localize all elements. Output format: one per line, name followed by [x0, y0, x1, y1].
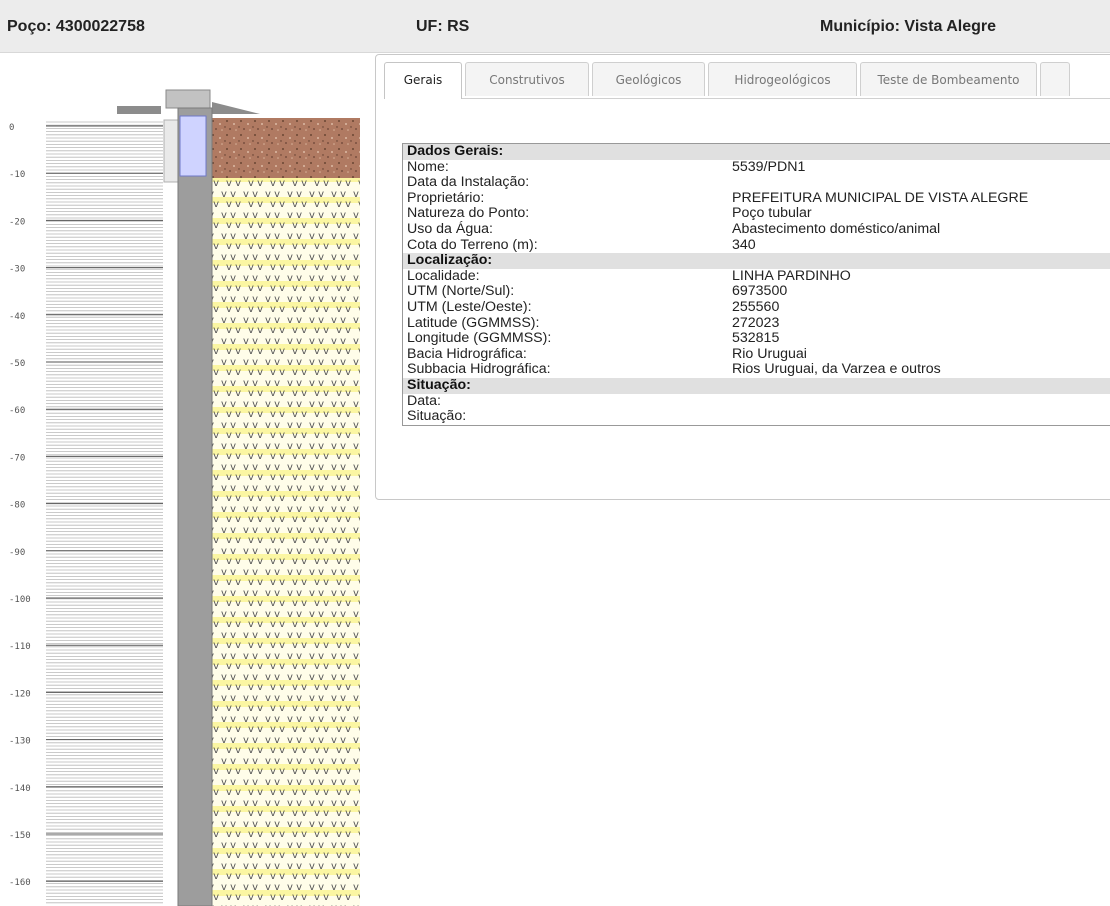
well-header: Poço: 4300022758 UF: RS Município: Vista…	[0, 0, 1110, 53]
field-label: Data:	[407, 392, 441, 409]
depth-tick-label: -140	[9, 784, 31, 794]
field-label: Data da Instalação:	[407, 174, 530, 191]
basalt-layer	[212, 178, 360, 906]
table-row: Data da Instalação:	[403, 175, 1110, 191]
field-label: Cota do Terreno (m):	[407, 236, 538, 253]
tab-overflow[interactable]	[1040, 62, 1070, 96]
well-slab-left	[117, 106, 161, 114]
tab-teste-de-bombeamento[interactable]: Teste de Bombeamento	[860, 62, 1037, 96]
field-label: Situação:	[407, 408, 467, 425]
tab-label: Construtivos	[489, 73, 565, 87]
tab-bar: Gerais Construtivos Geológicos Hidrogeológi…	[384, 62, 1110, 99]
state-label: UF: RS	[416, 18, 470, 35]
well-slab-right	[212, 102, 260, 114]
well-casing	[177, 107, 213, 906]
depth-tick-label: -130	[9, 737, 31, 747]
field-label: Localidade:	[407, 267, 480, 284]
table-row: Situação:	[403, 408, 1110, 425]
field-label: Latitude (GGMMSS):	[407, 314, 540, 331]
table-row: Bacia Hidrográfica: Rio Uruguai	[403, 345, 1110, 363]
field-value: 340	[732, 236, 756, 253]
field-label: Natureza do Ponto:	[407, 205, 530, 222]
table-row: UTM (Leste/Oeste): 255560	[403, 298, 1110, 316]
well-profile: v v v v 0-10-20-30-40-50-60-70-80-90-100…	[0, 62, 360, 906]
details-table: Dados Gerais: Nome: 5539/PDN1 Data da Insta…	[402, 143, 1110, 426]
field-value: 6973500	[732, 283, 788, 300]
depth-tick-label: -60	[9, 406, 25, 416]
depth-tick-label: -30	[9, 265, 25, 275]
tab-hidrogeol-gicos[interactable]: Hidrogeológicos	[708, 62, 857, 96]
tab-label: Teste de Bombeamento	[877, 73, 1020, 87]
depth-tick-label: -150	[9, 831, 31, 841]
table-row: Uso da Água: Abastecimento doméstico/anim…	[403, 220, 1110, 238]
well-id: Poço: 4300022758	[7, 18, 145, 35]
depth-tick-label: -20	[9, 217, 25, 227]
table-row: Localidade: LINHA PARDINHO	[403, 267, 1110, 285]
depth-tick-label: -110	[9, 642, 31, 652]
table-row: Longitude (GGMMSS): 532815	[403, 331, 1110, 347]
table-row: Data:	[403, 392, 1110, 410]
depth-tick-label: -50	[9, 359, 25, 369]
field-label: UTM (Leste/Oeste):	[407, 298, 532, 315]
field-value: 532815	[732, 330, 780, 347]
field-value: 272023	[732, 314, 780, 331]
depth-tick-label: -10	[9, 170, 25, 180]
table-row: Proprietário: PREFEITURA MUNICIPAL DE VIS…	[403, 189, 1110, 207]
field-value: PREFEITURA MUNICIPAL DE VISTA ALEGRE	[732, 189, 1029, 206]
field-value: 255560	[732, 298, 780, 315]
table-row: Natureza do Ponto: Poço tubular	[403, 206, 1110, 222]
section-title: Situação:	[403, 377, 1110, 394]
table-row: Latitude (GGMMSS): 272023	[403, 314, 1110, 332]
field-label: Proprietário:	[407, 189, 485, 206]
tab-label: Geológicos	[615, 73, 682, 87]
tab-label: Gerais	[403, 73, 443, 87]
section-title: Localização:	[403, 253, 1110, 269]
well-profile-diagram: v v v v 0-10-20-30-40-50-60-70-80-90-100…	[9, 89, 360, 906]
municipality-label: Município: Vista Alegre	[820, 18, 997, 35]
field-value: Rio Uruguai	[732, 345, 807, 362]
field-label: Uso da Água:	[407, 220, 493, 237]
soil-layer	[212, 118, 360, 178]
table-row: Subbacia Hidrográfica: Rios Uruguai, da V…	[403, 362, 1110, 378]
field-value: Abastecimento doméstico/animal	[732, 220, 941, 237]
tab-construtivos[interactable]: Construtivos	[465, 62, 589, 96]
tab-label: Hidrogeológicos	[734, 73, 831, 87]
depth-tick-label: -80	[9, 501, 25, 511]
tab-geol-gicos[interactable]: Geológicos	[592, 62, 705, 96]
section-title: Dados Gerais:	[403, 143, 1110, 160]
tab-gerais[interactable]: Gerais	[384, 62, 462, 99]
details-panel: Gerais Construtivos Geológicos Hidrogeológi…	[375, 54, 1110, 500]
depth-tick-label: -70	[9, 453, 25, 463]
table-row: Nome: 5539/PDN1	[403, 158, 1110, 176]
depth-tick-label: -90	[9, 548, 25, 558]
table-row: UTM (Norte/Sul): 6973500	[403, 284, 1110, 300]
well-cap	[165, 89, 211, 109]
depth-tick-label: -40	[9, 312, 25, 322]
field-label: Subbacia Hidrográfica:	[407, 361, 551, 378]
field-value: Poço tubular	[732, 205, 812, 222]
field-label: Bacia Hidrográfica:	[407, 345, 527, 362]
depth-tick-label: 0	[9, 123, 14, 133]
field-label: UTM (Norte/Sul):	[407, 283, 515, 300]
table-row: Cota do Terreno (m): 340	[403, 236, 1110, 254]
field-value: LINHA PARDINHO	[732, 267, 851, 284]
depth-tick-label: -100	[9, 595, 31, 605]
field-label: Longitude (GGMMSS):	[407, 330, 552, 347]
water-column	[179, 115, 207, 177]
field-value: Rios Uruguai, da Varzea e outros	[732, 361, 941, 378]
depth-tick-label: -160	[9, 878, 31, 888]
depth-tick-label: -120	[9, 689, 31, 699]
field-label: Nome:	[407, 158, 449, 175]
field-value: 5539/PDN1	[732, 158, 806, 175]
